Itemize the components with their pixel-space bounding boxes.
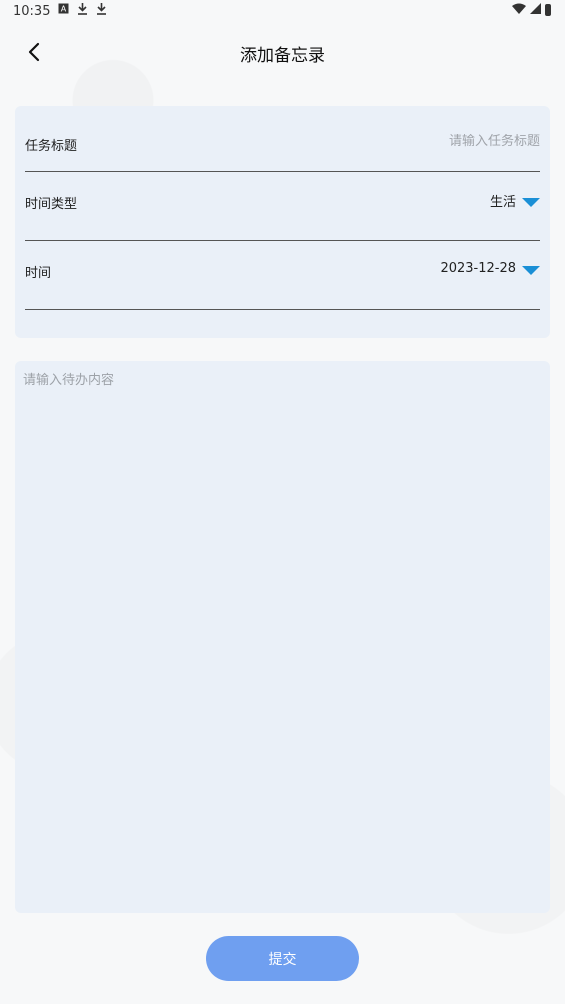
task-title-label: 任务标题 — [25, 139, 78, 154]
submit-button[interactable]: 提交 — [206, 936, 359, 981]
download-icon — [96, 3, 107, 18]
time-type-dropdown[interactable]: 生活 — [490, 191, 540, 210]
time-type-value: 生活 — [489, 195, 516, 210]
status-icons-right — [512, 3, 551, 17]
caret-down-icon — [522, 266, 540, 275]
caret-down-icon — [522, 198, 540, 207]
signal-icon — [530, 3, 541, 17]
content-textarea[interactable] — [23, 369, 542, 905]
svg-text:A: A — [61, 5, 67, 14]
form-card: 任务标题 时间类型 生活 时间 2023-12-28 — [15, 106, 550, 338]
task-title-row: 任务标题 — [25, 106, 540, 172]
content-card — [15, 361, 550, 913]
time-picker[interactable]: 2023-12-28 — [440, 261, 540, 276]
status-bar: 10:35 A — [0, 0, 565, 24]
page-title: 添加备忘录 — [240, 46, 325, 66]
time-value: 2023-12-28 — [440, 261, 516, 276]
task-title-input[interactable] — [240, 134, 540, 149]
time-label: 时间 — [25, 266, 52, 281]
time-type-label: 时间类型 — [25, 197, 78, 212]
status-icons-left: A — [58, 3, 107, 18]
wifi-icon — [512, 3, 526, 17]
title-bar: 添加备忘录 — [0, 30, 565, 74]
battery-icon — [545, 4, 551, 16]
download-icon — [77, 3, 88, 18]
font-icon: A — [58, 3, 69, 18]
status-time: 10:35 — [13, 4, 51, 19]
time-type-row[interactable]: 时间类型 生活 — [25, 172, 540, 241]
time-row[interactable]: 时间 2023-12-28 — [25, 241, 540, 310]
